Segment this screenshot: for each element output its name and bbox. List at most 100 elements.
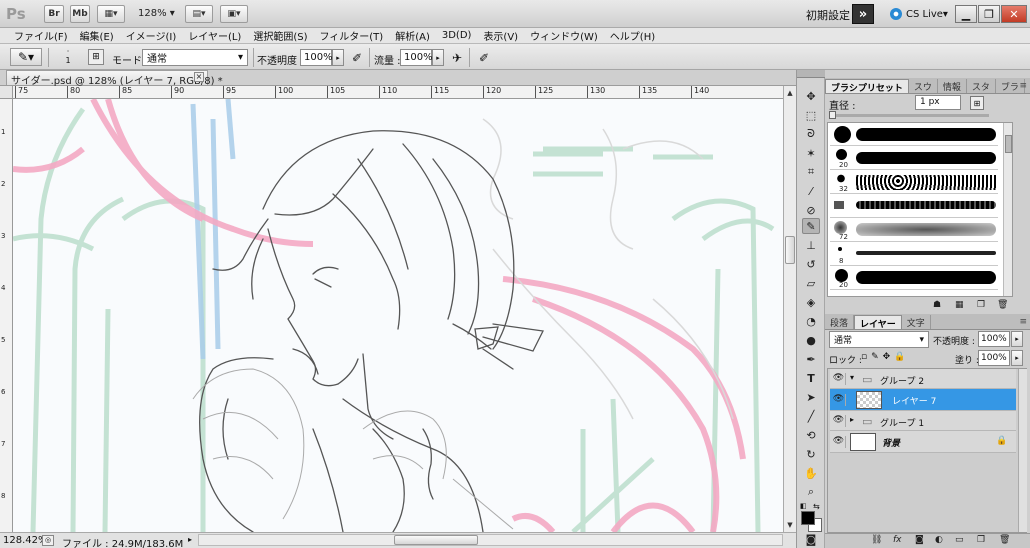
screen-mode-button[interactable]: ▣▾	[220, 5, 248, 23]
panel-menu-icon[interactable]: ≡	[1019, 81, 1027, 91]
ruler-origin[interactable]	[0, 86, 13, 99]
fill-input[interactable]: 100%	[978, 350, 1010, 366]
swap-colors-icon[interactable]: ⇆	[813, 502, 822, 511]
expand-triangle-icon[interactable]: ▾	[850, 373, 854, 382]
tab-layers[interactable]: レイヤー	[854, 315, 902, 330]
visibility-eye-icon[interactable]: 👁	[832, 394, 846, 406]
link-layers-icon[interactable]: ⛓	[871, 535, 882, 545]
flow-slider-button[interactable]: ▸	[432, 49, 444, 66]
dodge-tool-icon[interactable]: ●	[802, 332, 820, 348]
brush-panel-toggle-button[interactable]: ⊞	[88, 49, 104, 65]
vertical-ruler[interactable]: 1 2 3 4 5 6 7 8	[0, 99, 13, 532]
expand-triangle-icon[interactable]: ▸	[850, 415, 854, 424]
paint-bucket-tool-icon[interactable]: ◈	[802, 294, 820, 310]
bridge-button[interactable]: Br	[44, 5, 64, 23]
new-group-icon[interactable]: ▭	[955, 535, 964, 545]
scroll-up-icon[interactable]: ▲	[785, 88, 795, 98]
menu-image[interactable]: イメージ(I)	[120, 28, 183, 43]
visibility-eye-icon[interactable]: 👁	[832, 415, 846, 427]
more-workspaces-button[interactable]: »	[852, 4, 874, 24]
lock-icons[interactable]: ▫✎✥🔒	[861, 352, 909, 362]
create-preset-icon[interactable]: ⊞	[970, 96, 984, 110]
layer-opacity-slider-button[interactable]: ▸	[1011, 331, 1023, 347]
brush-preset-row[interactable]: 20	[830, 267, 998, 290]
cs-live-menu[interactable]: CS Live▾	[890, 8, 948, 20]
status-info-icon[interactable]: ◎	[42, 535, 54, 546]
lock-transparency-icon[interactable]: ▫	[861, 352, 871, 362]
minimize-button[interactable]: ▁	[955, 5, 977, 23]
toggle-brush-panel-icon[interactable]: ☗	[933, 300, 941, 310]
close-tab-icon[interactable]: ×	[194, 72, 204, 82]
brush-list-scroll-thumb[interactable]	[1005, 135, 1012, 153]
menu-select[interactable]: 選択範囲(S)	[247, 28, 313, 43]
zoom-tool-icon[interactable]: ⌕	[802, 484, 820, 500]
path-selection-tool-icon[interactable]: ➤	[802, 389, 820, 405]
move-tool-icon[interactable]: ✥	[802, 88, 820, 104]
arrange-documents-button[interactable]: ▤▾	[185, 5, 213, 23]
brush-preset-row[interactable]: 72	[830, 219, 998, 242]
brush-preset-list[interactable]: 20 32 72 8 20	[827, 122, 1013, 297]
tool-preset-picker[interactable]: ✎▾	[10, 48, 42, 66]
visibility-eye-icon[interactable]: 👁	[832, 436, 846, 448]
3d-rotate-tool-icon[interactable]: ⟲	[802, 427, 820, 443]
airbrush-button[interactable]: ✈	[448, 49, 466, 66]
brush-preset-row[interactable]: 8	[830, 243, 998, 266]
document-canvas[interactable]	[13, 99, 783, 532]
restore-button[interactable]: ❐	[978, 5, 1000, 23]
diameter-input[interactable]: 1 px	[915, 95, 961, 110]
horizontal-scrollbar[interactable]	[198, 534, 783, 546]
diameter-slider[interactable]	[829, 114, 989, 117]
tab-styles[interactable]: スタ	[967, 79, 996, 93]
menu-edit[interactable]: 編集(E)	[74, 28, 120, 43]
vertical-scrollbar[interactable]: ▲ ▼	[783, 86, 796, 532]
hand-tool-icon[interactable]: ✋	[802, 465, 820, 481]
vertical-scroll-thumb[interactable]	[785, 236, 795, 264]
brush-list-scrollbar[interactable]	[1003, 123, 1012, 296]
zoom-level-select[interactable]: 128% ▾	[138, 8, 175, 19]
tools-panel-header[interactable]	[797, 70, 826, 78]
clone-stamp-tool-icon[interactable]: ⊥	[802, 237, 820, 253]
brush-preset-row[interactable]: 32	[830, 171, 998, 194]
tab-info[interactable]: 情報	[938, 79, 967, 93]
opacity-slider-button[interactable]: ▸	[332, 49, 344, 66]
horizontal-ruler[interactable]: 75 80 85 90 95 100 105 110 115 120 125 130 135 140	[13, 86, 783, 99]
layer-row-background[interactable]: 👁 背景 🔒	[830, 431, 1016, 453]
scroll-down-icon[interactable]: ▼	[785, 520, 795, 530]
lock-position-icon[interactable]: ✥	[883, 352, 895, 362]
delete-layer-icon[interactable]: 🗑	[999, 535, 1010, 545]
tablet-size-button[interactable]: ✐	[475, 49, 493, 66]
brush-tool-icon[interactable]: ✎	[802, 218, 820, 234]
menu-3d[interactable]: 3D(D)	[436, 30, 478, 41]
brush-preset-row[interactable]: 20	[830, 147, 998, 170]
brush-settings-icon[interactable]: ▦	[955, 300, 964, 310]
type-tool-icon[interactable]: T	[802, 370, 820, 386]
layer-opacity-input[interactable]: 100%	[978, 331, 1010, 347]
lasso-tool-icon[interactable]: ᘐ	[802, 126, 820, 142]
brush-preset-row[interactable]	[830, 195, 998, 218]
brush-preset-picker[interactable]: · 1	[58, 47, 78, 67]
crop-tool-icon[interactable]: ⌗	[802, 164, 820, 180]
workspace-label[interactable]: 初期設定	[806, 7, 850, 23]
healing-brush-tool-icon[interactable]: ⊘	[802, 202, 820, 218]
layer-style-icon[interactable]: fx	[893, 535, 902, 545]
layer-row-group-1[interactable]: 👁 ▸ ▭ グループ 1	[830, 411, 1016, 431]
lock-all-icon[interactable]: 🔒	[894, 352, 909, 362]
status-zoom[interactable]: 128.42%	[3, 535, 48, 546]
menu-analysis[interactable]: 解析(A)	[389, 28, 436, 43]
line-tool-icon[interactable]: ╱	[802, 408, 820, 424]
foreground-color-swatch[interactable]	[801, 511, 815, 525]
pen-tool-icon[interactable]: ✒	[802, 351, 820, 367]
menu-window[interactable]: ウィンドウ(W)	[524, 28, 604, 43]
panel-menu-icon[interactable]: ≡	[1019, 317, 1027, 327]
layer-row-layer-7[interactable]: 👁 レイヤー 7	[830, 389, 1016, 411]
layers-scrollbar[interactable]	[1018, 369, 1027, 532]
magic-wand-tool-icon[interactable]: ✶	[802, 145, 820, 161]
delete-brush-icon[interactable]: 🗑	[997, 300, 1008, 310]
mini-bridge-button[interactable]: Mb	[70, 5, 90, 23]
status-menu-arrow-icon[interactable]: ▸	[188, 535, 192, 544]
3d-orbit-tool-icon[interactable]: ↻	[802, 446, 820, 462]
mode-select[interactable]: 通常 ▾	[142, 49, 248, 66]
menu-file[interactable]: ファイル(F)	[8, 28, 74, 43]
menu-filter[interactable]: フィルター(T)	[313, 28, 389, 43]
marquee-tool-icon[interactable]: ⬚	[802, 107, 820, 123]
